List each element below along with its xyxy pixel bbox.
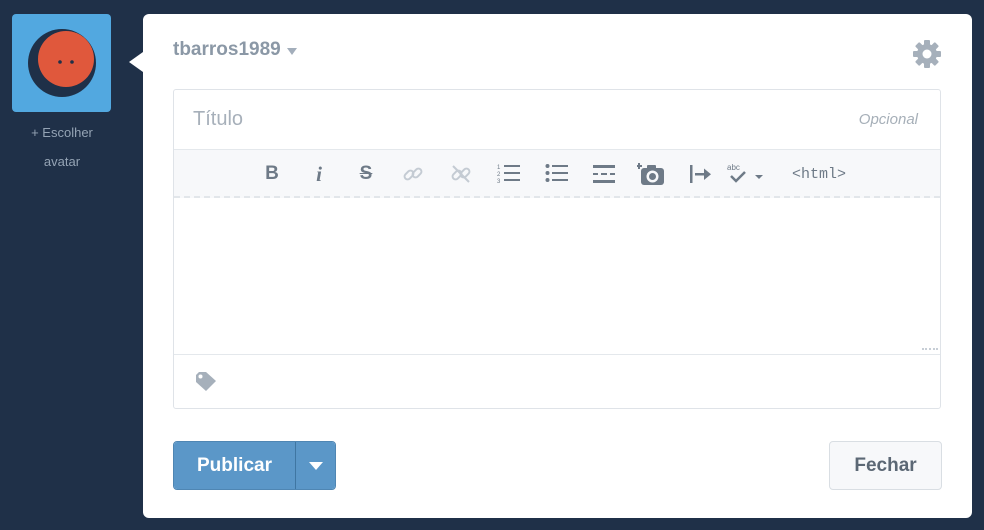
publish-button[interactable]: Publicar [174, 442, 295, 489]
editor-toolbar: B i S 1 2 3 abc <html> [174, 150, 940, 198]
strikethrough-button[interactable]: S [355, 160, 377, 188]
italic-button[interactable]: i [310, 160, 328, 188]
close-button[interactable]: Fechar [829, 441, 942, 490]
card-pointer [129, 52, 143, 72]
svg-text:3: 3 [497, 179, 501, 185]
read-more-break-icon[interactable] [592, 160, 616, 188]
spellcheck-icon[interactable]: abc [725, 160, 767, 188]
blog-name: tbarros1989 [173, 39, 281, 60]
unordered-list-icon[interactable] [545, 160, 569, 188]
title-optional-hint: Opcional [858, 111, 918, 128]
indent-arrow-icon[interactable] [689, 160, 713, 188]
svg-text:2: 2 [497, 172, 501, 178]
publish-button-group: Publicar [173, 441, 336, 490]
ordered-list-icon[interactable]: 1 2 3 [497, 160, 521, 188]
post-body-editor[interactable] [174, 198, 940, 355]
blog-selector[interactable]: tbarros1989 [173, 39, 297, 61]
post-editor: Opcional B i S 1 [173, 89, 941, 409]
link-icon[interactable] [401, 160, 425, 188]
title-row: Opcional [174, 90, 940, 150]
title-input[interactable] [193, 108, 793, 131]
resize-grip[interactable] [922, 348, 938, 352]
avatar[interactable] [12, 14, 111, 112]
tags-row[interactable] [174, 355, 940, 407]
chevron-down-icon [286, 48, 297, 55]
publish-options-button[interactable] [295, 442, 335, 489]
gear-icon[interactable] [912, 39, 942, 69]
chevron-down-icon [308, 461, 323, 470]
spellcheck-label: abc [727, 163, 740, 172]
unlink-icon[interactable] [449, 160, 473, 188]
tag-icon [196, 372, 216, 391]
choose-avatar-link[interactable]: + Escolher avatar [14, 118, 110, 176]
camera-plus-icon[interactable] [637, 160, 665, 188]
post-form-card: tbarros1989 Opcional B i [143, 14, 972, 518]
svg-text:1: 1 [497, 165, 501, 171]
bold-button[interactable]: B [262, 160, 282, 188]
html-button[interactable]: <html> [786, 160, 852, 188]
avatar-face-icon [27, 29, 96, 97]
